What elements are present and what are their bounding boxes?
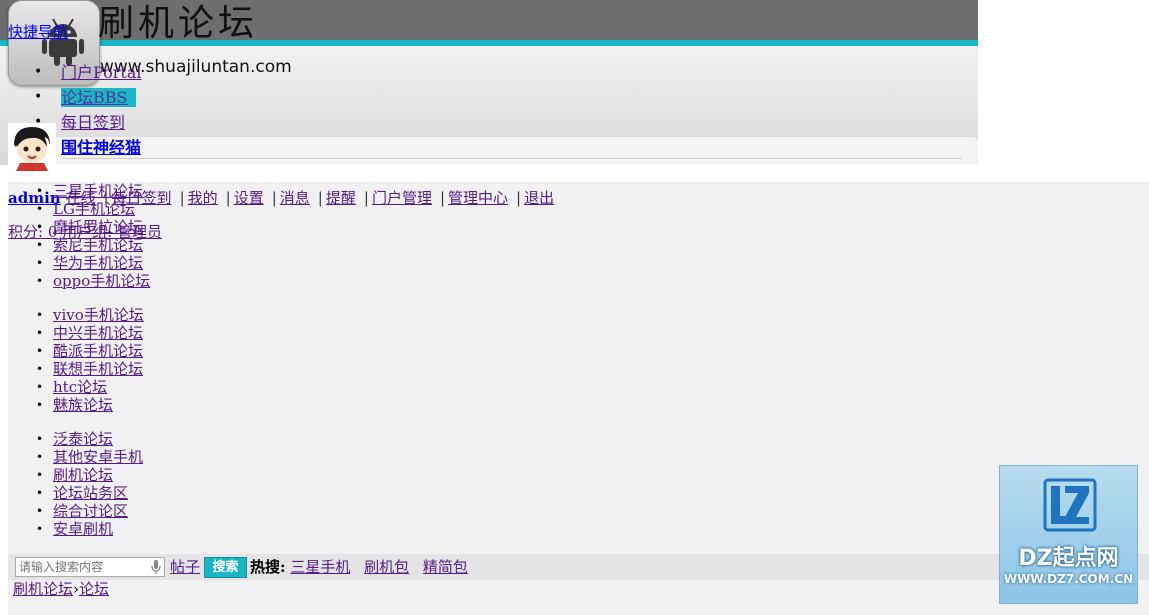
list-item: LG手机论坛 (36, 200, 150, 218)
forum-link[interactable]: 安卓刷机 (53, 520, 113, 538)
forum-link[interactable]: 刷机论坛 (53, 466, 113, 484)
forum-link[interactable]: htc论坛 (53, 378, 107, 396)
separator: | (516, 189, 522, 207)
separator: | (317, 189, 323, 207)
dz-logo-icon (1043, 478, 1097, 532)
userbar-reminders[interactable]: 提醒 (326, 189, 356, 207)
userbar-messages[interactable]: 消息 (280, 189, 310, 207)
nav-divider (62, 158, 962, 159)
userbar-settings[interactable]: 设置 (234, 189, 264, 207)
hot-search: 热搜: 三星手机 刷机包 精简包 (250, 557, 477, 577)
nav-bottom-bar (52, 137, 978, 165)
list-item: 其他安卓手机 (36, 448, 143, 466)
search-button[interactable]: 搜索 (204, 557, 247, 578)
breadcrumb: 刷机论坛›论坛 (13, 580, 109, 598)
list-item: 泛泰论坛 (36, 430, 143, 448)
nav-item-portal: 门户Portal (34, 60, 142, 85)
forum-list-2: vivo手机论坛 中兴手机论坛 酷派手机论坛 联想手机论坛 htc论坛 魅族论坛 (36, 306, 144, 414)
breadcrumb-home[interactable]: 刷机论坛 (13, 580, 73, 598)
watermark-url: WWW.DZ7.COM.CN (1003, 572, 1134, 586)
forum-link[interactable]: 综合讨论区 (53, 502, 128, 520)
userbar-portal-admin[interactable]: 门户管理 (372, 189, 432, 207)
forum-link[interactable]: 魅族论坛 (53, 396, 113, 414)
hot-search-term[interactable]: 三星手机 (290, 558, 350, 576)
nav-link-checkin[interactable]: 每日签到 (61, 113, 125, 132)
userbar-admin-center[interactable]: 管理中心 (448, 189, 508, 207)
separator: | (179, 189, 185, 207)
separator: | (271, 189, 277, 207)
list-item: htc论坛 (36, 378, 144, 396)
forum-link[interactable]: LG手机论坛 (53, 200, 135, 218)
list-item: 安卓刷机 (36, 520, 143, 538)
userbar-logout[interactable]: 退出 (524, 189, 554, 207)
forum-link[interactable]: 泛泰论坛 (53, 430, 113, 448)
breadcrumb-current[interactable]: 论坛 (79, 580, 109, 598)
forum-link[interactable]: 摩托罗拉论坛 (53, 218, 143, 236)
list-item: 联想手机论坛 (36, 360, 144, 378)
list-item: vivo手机论坛 (36, 306, 144, 324)
list-item: 索尼手机论坛 (36, 236, 150, 254)
watermark-title: DZ起点网 (1018, 546, 1119, 571)
nav-link-bbs[interactable]: 论坛BBS (61, 88, 137, 107)
list-item: 酷派手机论坛 (36, 342, 144, 360)
forum-link[interactable]: 论坛站务区 (53, 484, 128, 502)
list-item: 魅族论坛 (36, 396, 144, 414)
site-title: 刷机论坛 (98, 3, 259, 44)
forum-link[interactable]: 索尼手机论坛 (53, 236, 143, 254)
nav-link-portal[interactable]: 门户Portal (61, 63, 142, 82)
forum-link[interactable]: 其他安卓手机 (53, 448, 143, 466)
main-panel (8, 182, 1149, 615)
forum-link[interactable]: 中兴手机论坛 (53, 324, 143, 342)
list-item: 论坛站务区 (36, 484, 143, 502)
search-input[interactable] (15, 557, 165, 577)
userbar-mine[interactable]: 我的 (188, 189, 218, 207)
list-item: 华为手机论坛 (36, 254, 150, 272)
separator: | (439, 189, 446, 207)
search-type-select[interactable]: 帖子 (170, 557, 200, 577)
avatar[interactable] (8, 123, 56, 171)
watermark-logo: DZ起点网 WWW.DZ7.COM.CN (999, 465, 1138, 604)
forum-link[interactable]: 联想手机论坛 (53, 360, 143, 378)
list-item: 综合讨论区 (36, 502, 143, 520)
forum-link[interactable]: oppo手机论坛 (53, 272, 150, 290)
hot-search-label: 热搜: (250, 558, 286, 576)
forum-link[interactable]: 酷派手机论坛 (53, 342, 143, 360)
list-item: 刷机论坛 (36, 466, 143, 484)
hot-search-term[interactable]: 精简包 (423, 558, 468, 576)
list-item: 摩托罗拉论坛 (36, 218, 150, 236)
nav-link-game[interactable]: 围住神经猫 (61, 138, 141, 157)
hot-search-term[interactable]: 刷机包 (364, 558, 409, 576)
separator: | (363, 189, 369, 207)
forum-list-1: 三星手机论坛 LG手机论坛 摩托罗拉论坛 索尼手机论坛 华为手机论坛 oppo手… (36, 182, 150, 290)
nav-item-bbs: 论坛BBS (34, 85, 142, 110)
forum-list-3: 泛泰论坛 其他安卓手机 刷机论坛 论坛站务区 综合讨论区 安卓刷机 (36, 430, 143, 538)
avatar-image (8, 123, 56, 171)
separator: | (225, 189, 231, 207)
list-item: 中兴手机论坛 (36, 324, 144, 342)
forum-link[interactable]: vivo手机论坛 (53, 306, 144, 324)
forum-link[interactable]: 三星手机论坛 (53, 182, 143, 200)
microphone-icon[interactable] (151, 560, 161, 575)
list-item: 三星手机论坛 (36, 182, 150, 200)
list-item: oppo手机论坛 (36, 272, 150, 290)
quick-nav-link[interactable]: 快捷导航 (8, 21, 68, 42)
forum-link[interactable]: 华为手机论坛 (53, 254, 143, 272)
